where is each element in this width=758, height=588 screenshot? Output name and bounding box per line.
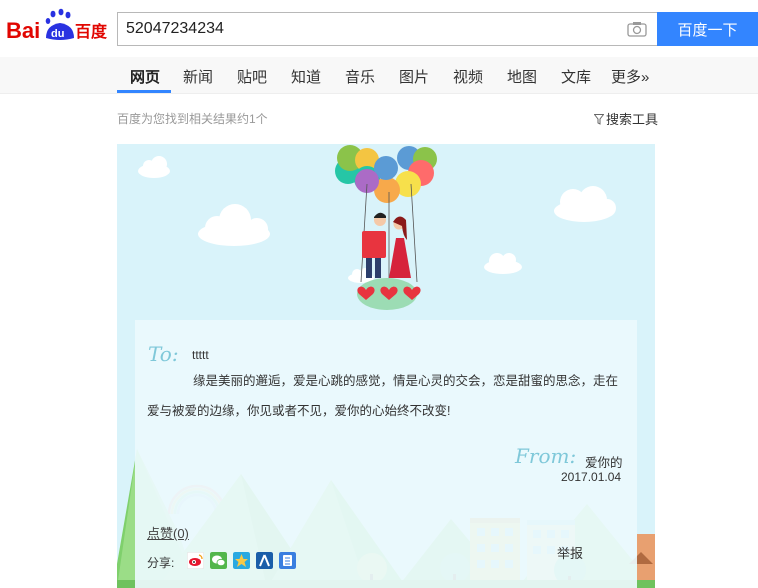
couple-icon	[362, 212, 411, 278]
tab-music[interactable]: 音乐	[345, 66, 375, 87]
cloud-icon	[138, 156, 170, 178]
to-label: To:	[148, 342, 179, 366]
cloud-icon	[554, 186, 616, 222]
svg-text:du: du	[51, 28, 64, 40]
message-text: 缘是美丽的邂逅，爱是心跳的感觉，情是心灵的交会，恋是甜蜜的思念，走在爱与被爱的边…	[147, 374, 619, 418]
search-tools-label: 搜索工具	[606, 112, 659, 127]
tieba-icon[interactable]	[279, 552, 296, 569]
tab-more[interactable]: 更多»	[611, 66, 649, 87]
svg-text:百度: 百度	[75, 22, 108, 41]
report-link[interactable]: 举报	[557, 543, 583, 562]
message-date: 2017.01.04	[561, 470, 622, 484]
tab-images[interactable]: 图片	[399, 66, 429, 87]
sender-name: 爱你的	[585, 456, 623, 470]
tab-web[interactable]: 网页	[130, 66, 160, 87]
header: Bai du 百度 百度一下	[0, 0, 758, 57]
love-card: To: ttttt 缘是美丽的邂逅，爱是心跳的感觉，情是心灵的交会，恋是甜蜜的思…	[117, 144, 655, 588]
search-button[interactable]: 百度一下	[657, 12, 758, 46]
cloud-icon	[198, 204, 270, 246]
tab-tieba[interactable]: 贴吧	[237, 66, 267, 87]
tab-news[interactable]: 新闻	[183, 66, 213, 87]
search-box	[117, 12, 657, 46]
tab-map[interactable]: 地图	[507, 66, 537, 87]
search-input[interactable]	[118, 13, 618, 45]
tab-wenku[interactable]: 文库	[561, 66, 591, 87]
camera-icon[interactable]	[627, 21, 647, 37]
share-label: 分享:	[147, 556, 175, 570]
search-tools-button[interactable]: 搜索工具	[594, 109, 658, 128]
qzone-icon[interactable]	[233, 552, 250, 569]
wechat-icon[interactable]	[210, 552, 227, 569]
svg-text:Bai: Bai	[6, 18, 40, 43]
baidu-logo[interactable]: Bai du 百度	[6, 8, 108, 44]
nav-tabs: 网页 新闻 贴吧 知道 音乐 图片 视频 地图 文库 更多»	[0, 57, 758, 94]
weibo-icon[interactable]	[187, 552, 204, 569]
active-tab-underline	[117, 90, 171, 93]
renren-icon[interactable]	[256, 552, 273, 569]
from-label: From:	[515, 444, 577, 468]
like-button[interactable]: 点赞(0)	[147, 523, 189, 542]
recipient-name: ttttt	[192, 348, 209, 362]
cloud-icon	[484, 253, 522, 274]
result-count: 百度为您找到相关结果约1个	[117, 112, 268, 126]
balloons-icon	[335, 145, 437, 203]
paw-icon: du	[45, 8, 74, 40]
funnel-icon	[594, 114, 604, 125]
tab-zhidao[interactable]: 知道	[291, 66, 321, 87]
tab-video[interactable]: 视频	[453, 66, 483, 87]
